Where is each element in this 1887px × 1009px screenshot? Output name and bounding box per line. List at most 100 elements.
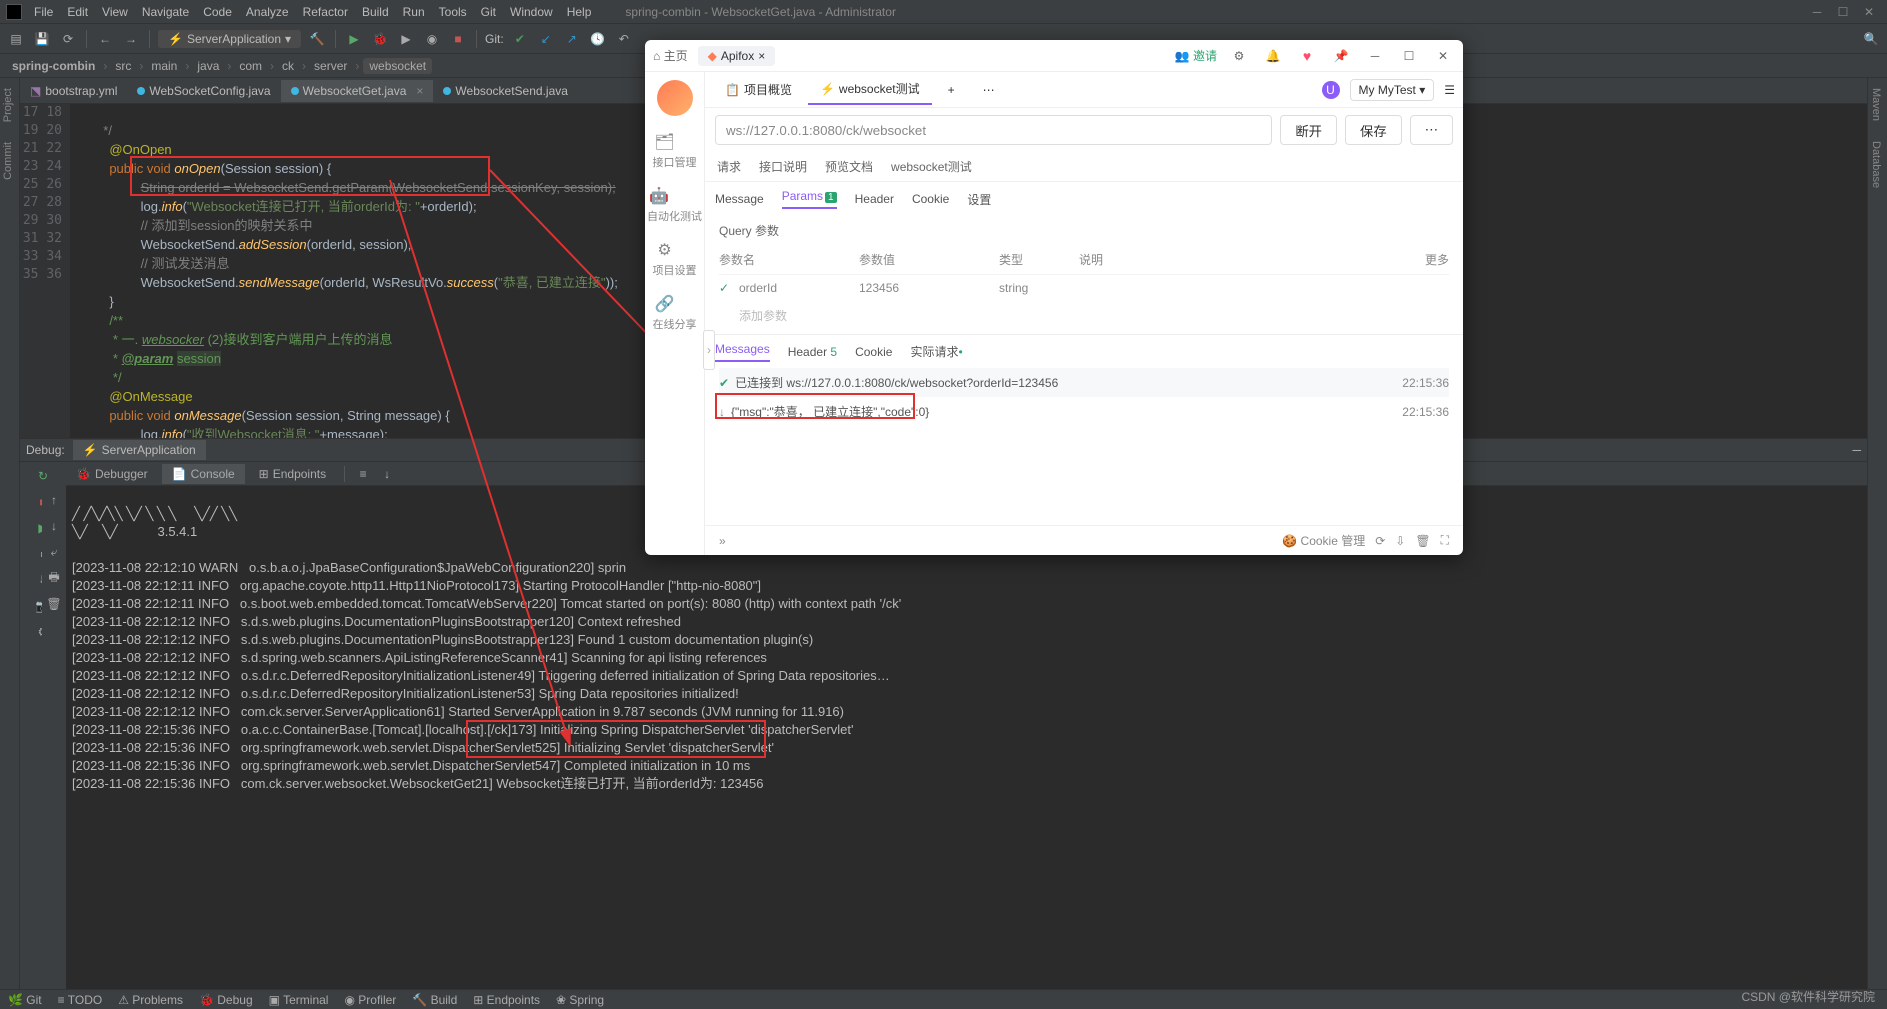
- menu-code[interactable]: Code: [197, 3, 238, 21]
- status-problems[interactable]: ⚠ Problems: [118, 993, 183, 1007]
- invite-button[interactable]: 👥 邀请: [1175, 47, 1217, 64]
- down-icon[interactable]: ↓: [44, 516, 64, 536]
- home-icon[interactable]: ⌂ 主页: [653, 47, 688, 64]
- status-todo[interactable]: ≡ TODO: [58, 993, 103, 1007]
- cookie-manage[interactable]: 🍪 Cookie 管理: [1282, 532, 1365, 549]
- share-icon[interactable]: 🔗: [653, 292, 677, 316]
- file-tab[interactable]: WebSocketConfig.java: [127, 80, 280, 102]
- disconnect-button[interactable]: 断开: [1280, 115, 1337, 145]
- tool-maven[interactable]: Maven: [1868, 78, 1884, 131]
- debugger-tab[interactable]: 🐞 Debugger: [66, 464, 158, 484]
- stop-icon[interactable]: ■: [448, 29, 468, 49]
- wrap-icon[interactable]: ⤶: [44, 542, 64, 562]
- git-history-icon[interactable]: 🕓: [588, 29, 608, 49]
- breadcrumb-item[interactable]: server: [310, 59, 351, 73]
- file-tab-active[interactable]: WebsocketGet.java×: [281, 80, 434, 102]
- tab-websocket[interactable]: ⚡websocket测试: [808, 74, 932, 105]
- window-close-icon[interactable]: ✕: [1857, 3, 1881, 21]
- tool-project[interactable]: Project: [0, 78, 16, 132]
- menu-help[interactable]: Help: [561, 3, 598, 21]
- breadcrumb-item[interactable]: java: [193, 59, 223, 73]
- tab-message[interactable]: Message: [715, 192, 764, 206]
- hammer-icon[interactable]: 🔨: [307, 29, 327, 49]
- print-icon[interactable]: 🖶: [44, 568, 64, 588]
- menu-tools[interactable]: Tools: [433, 3, 473, 21]
- up-icon[interactable]: ↑: [44, 490, 64, 510]
- heart-icon[interactable]: ♥: [1295, 48, 1319, 64]
- menu-build[interactable]: Build: [356, 3, 395, 21]
- back-icon[interactable]: ←: [95, 29, 115, 49]
- status-spring[interactable]: ❀ Spring: [556, 993, 604, 1007]
- debug-session-tab[interactable]: ⚡ServerApplication: [73, 440, 206, 460]
- breadcrumb-item[interactable]: spring-combin: [8, 59, 99, 73]
- menu-git[interactable]: Git: [475, 3, 502, 21]
- table-row[interactable]: ✓ orderId 123456 string: [719, 275, 1449, 301]
- menu-file[interactable]: File: [28, 3, 59, 21]
- subtab-request[interactable]: 请求: [715, 154, 743, 179]
- expand-icon[interactable]: ⛶: [1441, 533, 1449, 548]
- filter-icon[interactable]: ≡: [353, 464, 373, 484]
- add-param-row[interactable]: 添加参数: [719, 301, 1449, 330]
- save-icon[interactable]: 💾: [32, 29, 52, 49]
- breadcrumb-item[interactable]: websocket: [363, 58, 432, 74]
- tool-commit[interactable]: Commit: [0, 132, 16, 190]
- window-minimize-icon[interactable]: ─: [1805, 3, 1829, 21]
- window-close-icon[interactable]: ✕: [1431, 49, 1455, 63]
- breadcrumb-item[interactable]: ck: [278, 59, 298, 73]
- tab-resp-header[interactable]: Header 5: [788, 345, 837, 359]
- collapse-handle[interactable]: ›: [703, 330, 715, 370]
- coverage-icon[interactable]: ▶: [396, 29, 416, 49]
- subtab-wstest[interactable]: websocket测试: [889, 154, 974, 179]
- message-row[interactable]: ↓ {"msg":"恭喜， 已建立连接","code":0} 22:15:36: [719, 397, 1449, 426]
- window-maximize-icon[interactable]: ☐: [1831, 3, 1855, 21]
- tab-cookie[interactable]: Cookie: [912, 192, 949, 206]
- breadcrumb-item[interactable]: main: [147, 59, 181, 73]
- refresh-icon[interactable]: ⟳: [1375, 534, 1385, 548]
- breadcrumb-item[interactable]: src: [111, 59, 135, 73]
- menu-refactor[interactable]: Refactor: [297, 3, 354, 21]
- open-icon[interactable]: ▤: [6, 29, 26, 49]
- debug-icon[interactable]: 🐞: [370, 29, 390, 49]
- status-terminal[interactable]: ▣ Terminal: [269, 993, 329, 1007]
- status-git[interactable]: 🌿 Git: [8, 993, 42, 1007]
- menu-navigate[interactable]: Navigate: [136, 3, 195, 21]
- save-button[interactable]: 保存: [1345, 115, 1402, 145]
- status-profiler[interactable]: ◉ Profiler: [344, 993, 396, 1007]
- step-icon[interactable]: ↓: [377, 464, 397, 484]
- api-icon[interactable]: 🗂: [653, 130, 677, 154]
- menu-icon[interactable]: ☰: [1444, 83, 1455, 97]
- expand-icon[interactable]: »: [719, 534, 726, 548]
- tab-actual-request[interactable]: 实际请求•: [910, 343, 962, 360]
- settings-icon[interactable]: ⚙: [653, 238, 677, 262]
- trash-icon[interactable]: 🗑: [1415, 534, 1430, 548]
- breadcrumb-item[interactable]: com: [235, 59, 266, 73]
- status-build[interactable]: 🔨 Build: [412, 993, 457, 1007]
- forward-icon[interactable]: →: [121, 29, 141, 49]
- profile-icon[interactable]: ◉: [422, 29, 442, 49]
- subtab-doc[interactable]: 接口说明: [757, 154, 809, 179]
- status-debug[interactable]: 🐞 Debug: [199, 993, 253, 1007]
- apifox-app-tab[interactable]: ◆Apifox ×: [698, 46, 776, 66]
- run-icon[interactable]: ▶: [344, 29, 364, 49]
- run-config-select[interactable]: ⚡ ServerApplication ▾: [158, 30, 301, 48]
- tab-messages[interactable]: Messages: [715, 342, 770, 362]
- git-push-icon[interactable]: ↗: [562, 29, 582, 49]
- export-icon[interactable]: ⇩: [1395, 534, 1405, 548]
- status-endpoints[interactable]: ⊞ Endpoints: [473, 993, 540, 1007]
- pin-icon[interactable]: 📌: [1329, 49, 1353, 63]
- tab-header[interactable]: Header: [855, 192, 894, 206]
- automation-icon[interactable]: 🤖: [647, 184, 671, 208]
- message-row[interactable]: ✔ 已连接到 ws://127.0.0.1:8080/ck/websocket?…: [719, 368, 1449, 397]
- url-input[interactable]: [715, 115, 1272, 145]
- subtab-preview[interactable]: 预览文档: [823, 154, 875, 179]
- gear-icon[interactable]: ⚙: [1227, 49, 1251, 63]
- refresh-icon[interactable]: ⟳: [58, 29, 78, 49]
- env-select[interactable]: My MyTest ▾: [1350, 79, 1435, 101]
- search-icon[interactable]: 🔍: [1861, 29, 1881, 49]
- param-value[interactable]: 123456: [859, 281, 999, 295]
- param-name[interactable]: orderId: [739, 281, 859, 295]
- git-commit-icon[interactable]: ✔: [510, 29, 530, 49]
- menu-view[interactable]: View: [96, 3, 134, 21]
- file-tab[interactable]: WebsocketSend.java: [433, 80, 578, 102]
- rerun-icon[interactable]: ↻: [33, 466, 53, 486]
